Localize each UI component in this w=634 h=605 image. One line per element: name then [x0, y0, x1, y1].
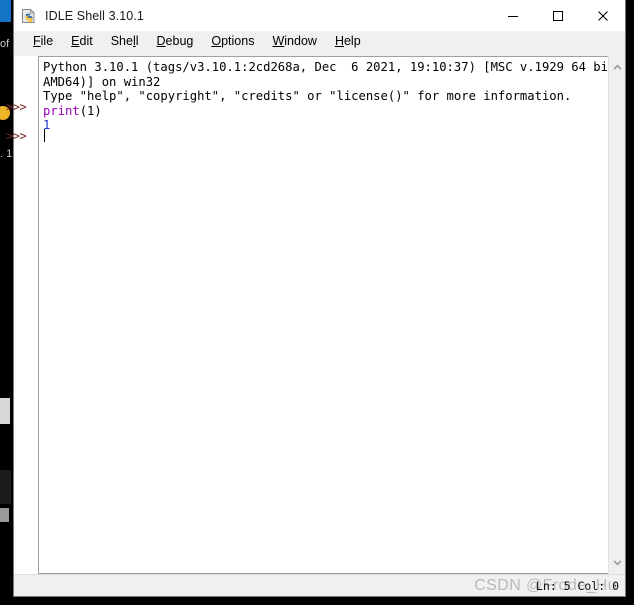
right-black-margin	[626, 0, 634, 605]
background-text-fragment-2: . 1	[0, 148, 12, 160]
minimize-button[interactable]	[490, 0, 535, 31]
background-chip-3	[0, 508, 9, 522]
shell-prompt: >>>	[6, 100, 27, 114]
shell-body: >>> >>> Python 3.10.1 (tags/v3.10.1:2cd2…	[6, 52, 625, 574]
input-keyword: print	[43, 103, 80, 118]
background-chip-1	[0, 398, 10, 424]
menu-item-edit[interactable]: Edit	[62, 31, 102, 52]
bottom-black-margin	[0, 597, 634, 605]
close-button[interactable]	[580, 0, 625, 31]
menu-item-options[interactable]: Options	[202, 31, 263, 52]
idle-shell-window: IDLE Shell 3.10.1 File Edit Shell Debug …	[6, 0, 626, 597]
python-file-icon	[21, 8, 37, 24]
menu-item-shell[interactable]: Shell	[102, 31, 148, 52]
status-badge: Ln: 5 Col: 0	[535, 578, 619, 593]
chevron-up-icon[interactable]	[609, 59, 626, 76]
prompt-gutter: >>> >>>	[6, 56, 38, 574]
status-bar: CSDN @Frode_Hu Ln: 5 Col: 0	[14, 574, 625, 596]
banner-line-1: Python 3.10.1 (tags/v3.10.1:2cd268a, Dec…	[43, 60, 608, 74]
background-blue-band	[0, 0, 11, 22]
shell-text-area[interactable]: Python 3.10.1 (tags/v3.10.1:2cd268a, Dec…	[38, 56, 608, 574]
vertical-scrollbar[interactable]	[608, 56, 625, 574]
background-text-fragment-1: of	[0, 38, 10, 50]
shell-prompt: >>>	[6, 129, 27, 143]
menu-item-file[interactable]: File	[24, 31, 62, 52]
window-title: IDLE Shell 3.10.1	[45, 8, 144, 23]
background-chip-2	[0, 470, 11, 504]
banner-line-3: Type "help", "copyright", "credits" or "…	[43, 89, 572, 104]
menu-item-debug[interactable]: Debug	[148, 31, 203, 52]
shell-output: Python 3.10.1 (tags/v3.10.1:2cd268a, Dec…	[43, 60, 608, 133]
maximize-button[interactable]	[535, 0, 580, 31]
text-caret	[44, 129, 45, 142]
menu-item-help[interactable]: Help	[326, 31, 370, 52]
input-rest: (1)	[79, 103, 102, 118]
menu-item-window[interactable]: Window	[263, 31, 325, 52]
chevron-down-icon[interactable]	[609, 554, 626, 571]
banner-line-2: AMD64)] on win32	[43, 74, 161, 89]
title-bar[interactable]: IDLE Shell 3.10.1	[14, 0, 625, 31]
menu-bar: File Edit Shell Debug Options Window Hel…	[14, 31, 625, 52]
